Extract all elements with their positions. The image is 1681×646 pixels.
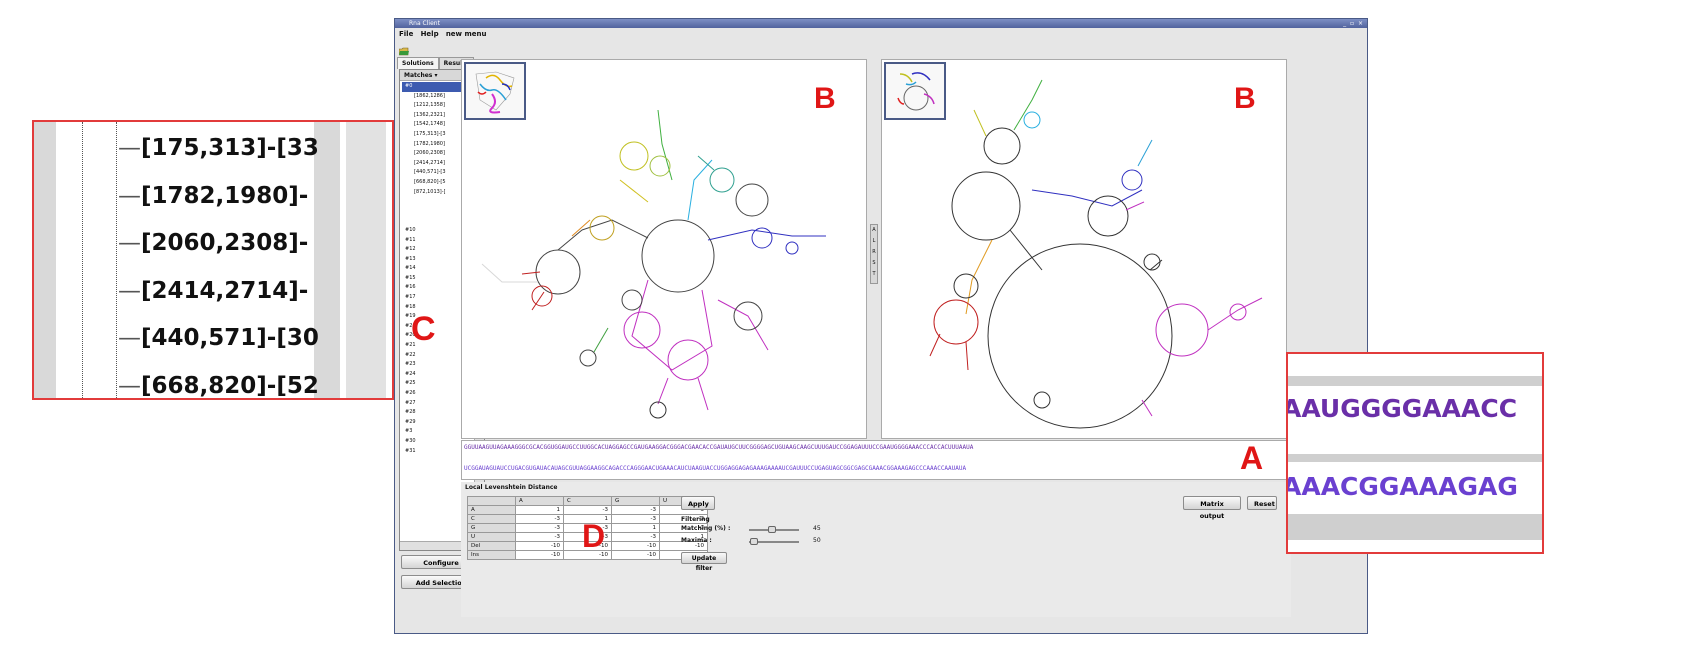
tree-connector: — [118, 135, 141, 161]
rna-structure-right[interactable]: B [881, 59, 1287, 439]
zoom-c-guide [116, 122, 117, 398]
zoom-a-sequence-2: AAACGGAAAGAG [1286, 472, 1518, 501]
zoom-c-item-label: [2060,2308]- [141, 230, 309, 257]
matrix-column-header: A [515, 496, 564, 506]
secondary-structure-diagram-right [929, 79, 1263, 429]
matching-slider-knob[interactable] [767, 526, 776, 533]
tab-solutions[interactable]: Solutions [397, 57, 439, 69]
zoom-c-item: —[2060,2308]- [118, 221, 319, 269]
zoom-inset-c: —[175,313]-[33 —[1782,1980]- —[2060,2308]-… [32, 120, 394, 400]
zoom-c-item-label: [175,313]-[33 [141, 135, 319, 161]
matrix-row-header: G [467, 523, 516, 533]
matrix-column-header: C [563, 496, 612, 506]
zoom-c-item: —[668,820]-[52 [118, 364, 319, 399]
matrix-column-header: G [611, 496, 660, 506]
zoom-c-left-bar [34, 122, 56, 398]
maxima-row: Maxima : 50 [681, 537, 1281, 547]
open-folder-icon[interactable] [398, 47, 409, 56]
matrix-cell[interactable]: -3 [515, 532, 564, 542]
matrix-cell[interactable]: -10 [611, 550, 660, 560]
window-controls[interactable]: _ ▫ × [1343, 19, 1364, 28]
matching-label: Matching (%) : [681, 525, 731, 532]
matching-slider[interactable] [749, 526, 799, 533]
matrix-row: A 1 -3 -3 -3 [467, 505, 708, 515]
zoom-c-item-label: [440,571]-[30 [141, 325, 319, 352]
matrix-row-header: A [467, 505, 516, 515]
filtering-title: Filtering [681, 516, 710, 523]
matrix-cell[interactable]: -3 [611, 505, 660, 515]
zoom-c-item: —[440,571]-[30 [118, 316, 319, 364]
sequence-row-1: GGUUAAGUUAGAAAGGGCGCACGGUGGAUGCCUUGGCACU… [464, 444, 974, 451]
matrix-cell[interactable]: -10 [515, 550, 564, 560]
matrix-cell[interactable]: -3 [515, 523, 564, 533]
matrix-cell[interactable]: 1 [515, 505, 564, 515]
menu-bar: File Help new menu [395, 28, 1367, 41]
menu-file[interactable]: File [399, 30, 413, 38]
update-filter-button[interactable]: Update filter [681, 552, 727, 572]
zoom-c-scroll [346, 122, 386, 398]
maxima-slider[interactable] [749, 538, 799, 545]
distance-title: Local Levenshtein Distance [465, 484, 558, 491]
matrix-row-header: C [467, 514, 516, 524]
annotation-c: C [411, 310, 436, 348]
matrix-cell[interactable]: -3 [563, 505, 612, 515]
tree-connector: — [118, 372, 141, 399]
rna-structure-left[interactable]: B [461, 59, 867, 439]
apply-button[interactable]: Apply [681, 496, 715, 510]
matrix-column-header [467, 496, 516, 506]
zoom-inset-a: AAUGGGGAAACC AAACGGAAAGAG [1286, 352, 1544, 554]
matrix-output-button[interactable]: Matrix output [1183, 496, 1241, 520]
tree-connector: — [118, 230, 141, 257]
window-title: Rna Client [409, 20, 440, 27]
filtering-group: Filtering Matching (%) : 45 Maxima : 50 … [681, 516, 1281, 576]
zoom-c-item: —[2414,2714]- [118, 269, 319, 317]
toolbar [395, 41, 1367, 56]
zoom-c-item-label: [2414,2714]- [141, 277, 309, 304]
matrix-row-header: Del [467, 541, 516, 551]
matching-value: 45 [813, 525, 821, 532]
menu-help[interactable]: Help [421, 30, 439, 38]
zoom-a-band [1288, 454, 1542, 462]
reset-button[interactable]: Reset [1247, 496, 1277, 510]
view-mode-letters: A L R S T [872, 227, 876, 277]
sequence-alignment[interactable]: GGUUAAGUUAGAAAGGGCGCACGGUGGAUGCCUUGGCACU… [461, 440, 1291, 480]
zoom-a-band [1288, 376, 1542, 386]
matrix-cell[interactable]: 1 [611, 523, 660, 533]
title-bar: Rna Client _ ▫ × [395, 19, 1367, 28]
matrix-cell[interactable]: -3 [611, 514, 660, 524]
view-mode-strip[interactable]: A L R S T [870, 224, 878, 284]
app-window: Rna Client _ ▫ × File Help new menu Solu… [394, 18, 1368, 634]
zoom-c-item-label: [1782,1980]- [141, 182, 309, 209]
tree-connector: — [118, 325, 141, 352]
distance-header-row: ACGU [467, 496, 708, 506]
zoom-c-item-label: [668,820]-[52 [141, 372, 319, 399]
zoom-a-band [1288, 514, 1542, 540]
maxima-label: Maxima : [681, 537, 712, 544]
chevron-down-icon: ▾ [434, 72, 438, 79]
maxima-value: 50 [813, 537, 821, 544]
tree-connector: — [118, 277, 141, 304]
matrix-cell[interactable]: -10 [515, 541, 564, 551]
zoom-c-item: —[1782,1980]- [118, 174, 319, 222]
menu-new-menu[interactable]: new menu [446, 30, 487, 38]
matrix-row-header: U [467, 532, 516, 542]
tree-connector: — [118, 182, 141, 209]
tree-header-label: Matches [404, 72, 433, 79]
matrix-cell[interactable]: -10 [611, 541, 660, 551]
matrix-cell[interactable]: -3 [515, 514, 564, 524]
matrix-cell[interactable]: -3 [611, 532, 660, 542]
matrix-row-header: Ins [467, 550, 516, 560]
annotation-d: D [582, 518, 606, 554]
secondary-structure-diagram-left [481, 109, 826, 419]
sequence-row-2: UCGGAUAGUAUCCUGACGUGAUACAUAGCGUUAGGAAGGC… [464, 465, 967, 472]
annotation-a: A [1240, 440, 1264, 476]
matching-row: Matching (%) : 45 [681, 525, 1281, 535]
maxima-slider-knob[interactable] [749, 538, 758, 545]
zoom-c-guide [82, 122, 83, 398]
zoom-a-sequence-1: AAUGGGGAAACC [1286, 394, 1518, 423]
zoom-c-list: —[175,313]-[33 —[1782,1980]- —[2060,2308]-… [118, 126, 319, 399]
zoom-c-item: —[175,313]-[33 [118, 126, 319, 174]
